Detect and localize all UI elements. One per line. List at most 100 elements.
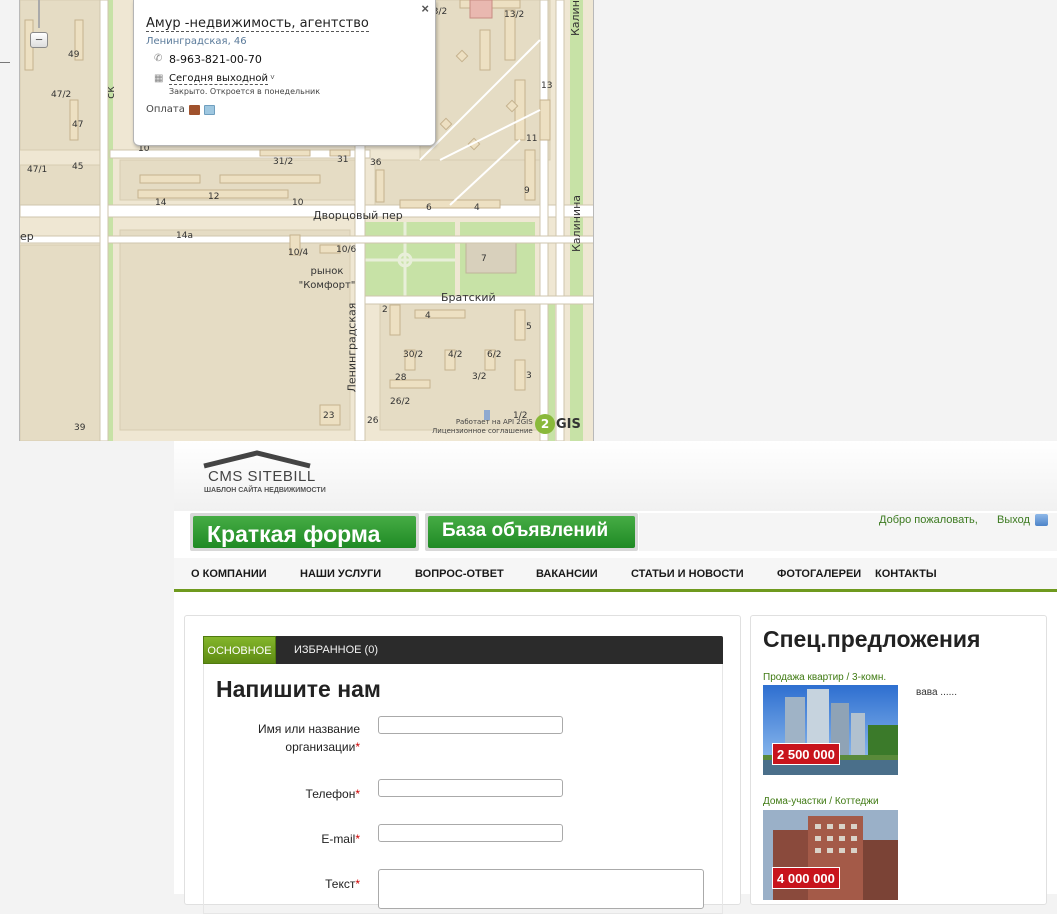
top-bar	[639, 513, 1057, 551]
offer-price-badge: 4 000 000	[772, 867, 840, 889]
email-label: E-mail*	[321, 832, 360, 846]
street-label-leningradskaya: Ленинградская	[345, 302, 359, 393]
house-number: 31/2	[273, 157, 294, 167]
house-number: 23	[323, 411, 335, 421]
nav-services[interactable]: НАШИ УСЛУГИ	[300, 568, 381, 580]
house-number: 28	[395, 373, 407, 383]
logout-link[interactable]: Выход	[997, 514, 1048, 526]
contact-form: Напишите нам Имя или название организаци…	[203, 664, 723, 914]
phone-input[interactable]	[378, 779, 563, 797]
email-input[interactable]	[378, 824, 563, 842]
map-credits[interactable]: Работает на API 2GIS Лицензионное соглаш…	[432, 418, 533, 436]
tab-favorites[interactable]: ИЗБРАННОЕ (0)	[294, 636, 378, 664]
house-number: 3	[526, 371, 532, 381]
house-number: 10/6	[336, 245, 357, 255]
tab-main[interactable]: ОСНОВНОЕ	[203, 636, 276, 664]
street-label-kalinina: Калинина	[570, 194, 584, 253]
house-number: 45	[72, 162, 84, 172]
main-nav: О КОМПАНИИ НАШИ УСЛУГИ ВОПРОС-ОТВЕТ ВАКА…	[174, 558, 1057, 592]
nav-faq[interactable]: ВОПРОС-ОТВЕТ	[415, 568, 504, 580]
house-number: 9	[524, 186, 530, 196]
left-edge-line	[0, 62, 10, 63]
house-number: 26	[367, 416, 379, 426]
form-title: Напишите нам	[216, 676, 381, 702]
nav-vacancies[interactable]: ВАКАНСИИ	[536, 568, 598, 580]
street-label-leningradskaya-top: ск	[103, 86, 117, 99]
offer-price-badge: 2 500 000	[772, 743, 840, 765]
name-label: Имя или название организации*	[257, 722, 360, 754]
website: CMS SITEBILL ШАБЛОН САЙТА НЕДВИЖИМОСТИ К…	[174, 441, 1057, 914]
chevron-down-icon[interactable]: ˅	[270, 73, 275, 82]
park	[365, 222, 535, 298]
content-panel: ОСНОВНОЕ ИЗБРАННОЕ (0) Напишите нам Имя …	[184, 615, 741, 914]
street-label-kalinina-top: Калини	[569, 0, 583, 37]
nav-articles[interactable]: СТАТЬИ И НОВОСТИ	[631, 568, 744, 580]
house-number: 31	[337, 155, 349, 165]
house-number: 47/1	[27, 165, 48, 175]
street-label-bratsky: Братский	[441, 291, 496, 304]
house-number: 49	[68, 50, 80, 60]
hours-note: Закрыто. Откроется в понедельник	[169, 87, 321, 96]
short-form-button[interactable]: Краткая форма	[190, 513, 419, 551]
payment-label: Оплата	[146, 104, 185, 115]
house-number: 5	[526, 322, 532, 332]
house-number: 6/2	[487, 350, 502, 360]
house-number: 30/2	[403, 350, 424, 360]
zoom-out-button[interactable]: −	[30, 32, 48, 48]
org-address: Ленинградская, 46	[146, 36, 247, 47]
organization-popup: × Амур -недвижимость, агентство Ленингра…	[133, 0, 436, 146]
offer-category-link[interactable]: Дома-участки / Коттеджи	[763, 796, 879, 807]
house-number: 11	[526, 134, 538, 144]
house-number: 4/2	[448, 350, 463, 360]
house-number: 36	[370, 158, 382, 168]
house-number: 14	[155, 198, 167, 208]
phone-label: Телефон*	[305, 787, 360, 801]
house-number: 10/4	[288, 248, 309, 258]
house-number: 6	[426, 203, 432, 213]
house-number: 12	[208, 192, 220, 202]
nav-about[interactable]: О КОМПАНИИ	[191, 568, 267, 580]
close-icon[interactable]: ×	[421, 1, 429, 16]
house-number: 14a	[176, 231, 193, 241]
logo-tagline: ШАБЛОН САЙТА НЕДВИЖИМОСТИ	[204, 487, 326, 494]
special-offers-panel: Спец.предложения Продажа квартир / 3-ком…	[750, 615, 1047, 905]
site-header: CMS SITEBILL ШАБЛОН САЙТА НЕДВИЖИМОСТИ	[174, 441, 1057, 511]
house-number: 4	[425, 311, 431, 321]
map-widget[interactable]: − Дворцовый пер Братский Ленинградская К…	[19, 0, 594, 441]
house-number: 10	[292, 198, 304, 208]
2gis-logo: 2 GIS	[535, 414, 581, 434]
text-textarea[interactable]	[378, 869, 704, 909]
offer-category-link[interactable]: Продажа квартир / 3-комн.	[763, 672, 886, 683]
house-number: 2	[382, 305, 388, 315]
house-number: 26/2	[390, 397, 411, 407]
house-number: 39	[74, 423, 86, 433]
house-number: 13	[541, 81, 553, 91]
nav-contacts[interactable]: КОНТАКТЫ	[875, 568, 937, 580]
card-icon	[203, 104, 215, 115]
house-number: 3/2	[472, 372, 487, 382]
org-name-link[interactable]: Амур -недвижимость, агентство	[146, 16, 369, 32]
offer-image[interactable]: 4 000 000	[763, 810, 898, 900]
wallet-icon	[188, 104, 200, 115]
house-number: 47	[72, 120, 84, 130]
logout-icon[interactable]	[1034, 514, 1048, 526]
payment-row: Оплата	[146, 104, 423, 115]
text-label: Текст*	[325, 877, 360, 891]
org-phone: 8-963-821-00-70	[169, 53, 262, 66]
database-button[interactable]: База объявлений	[425, 513, 638, 551]
tab-bar: ОСНОВНОЕ ИЗБРАННОЕ (0)	[203, 636, 723, 664]
offer-image[interactable]: 2 500 000	[763, 685, 898, 775]
zoom-track	[38, 0, 40, 28]
calendar-icon: ▦	[154, 73, 164, 84]
hours-toggle[interactable]: Сегодня выходной	[169, 73, 269, 85]
house-number: 13/2	[504, 10, 525, 20]
house-roof-icon	[203, 450, 311, 469]
offer-description: вава ......	[916, 687, 957, 698]
phone-icon: ✆	[154, 53, 163, 64]
house-number: 4	[474, 203, 480, 213]
street-label-lane-left: ер	[20, 230, 34, 243]
welcome-text: Добро пожаловать,	[879, 514, 978, 526]
house-number: 47/2	[51, 90, 72, 100]
name-input[interactable]	[378, 716, 563, 734]
nav-gallery[interactable]: ФОТОГАЛЕРЕИ	[777, 568, 861, 580]
